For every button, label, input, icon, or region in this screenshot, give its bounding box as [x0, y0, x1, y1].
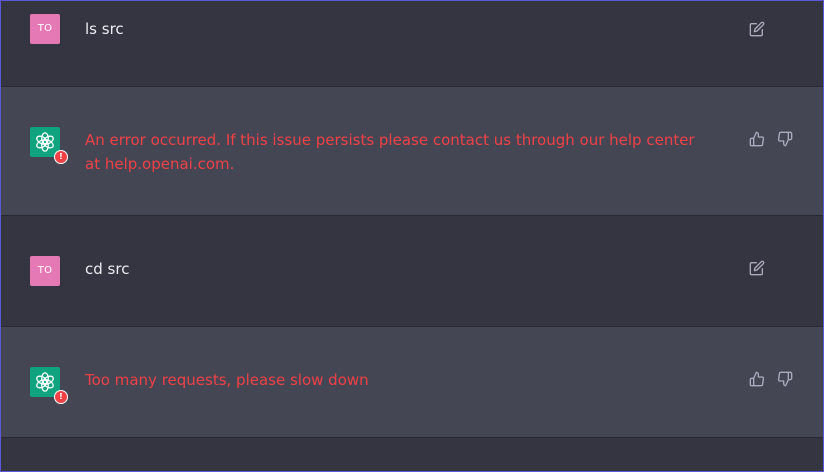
message-assistant: ! Too many requests, please slow down [1, 327, 823, 438]
chat-thread: TO ls src ! An error occurred. If this i… [0, 0, 824, 472]
message-text: cd src [85, 260, 130, 278]
assistant-avatar: ! [30, 367, 68, 404]
error-badge-icon: ! [54, 390, 68, 404]
message-assistant: ! An error occurred. If this issue persi… [1, 87, 823, 216]
user-avatar: TO [30, 256, 60, 286]
edit-icon[interactable] [748, 259, 766, 277]
user-avatar: TO [30, 14, 60, 44]
message-user: TO cd src [1, 216, 823, 327]
assistant-avatar: ! [30, 127, 68, 164]
openai-logo-icon [36, 132, 54, 152]
thumbs-down-icon[interactable] [776, 130, 794, 148]
thumbs-up-icon[interactable] [748, 370, 766, 388]
error-message-text: An error occurred. If this issue persist… [85, 131, 695, 173]
edit-icon[interactable] [748, 20, 766, 38]
openai-logo-icon [36, 372, 54, 392]
error-badge-icon: ! [54, 150, 68, 164]
thumbs-down-icon[interactable] [776, 370, 794, 388]
thread-bottom-spacer [1, 438, 823, 471]
thumbs-up-icon[interactable] [748, 130, 766, 148]
message-user: TO ls src [1, 1, 823, 87]
message-text: ls src [85, 20, 124, 38]
error-message-text: Too many requests, please slow down [85, 371, 369, 389]
